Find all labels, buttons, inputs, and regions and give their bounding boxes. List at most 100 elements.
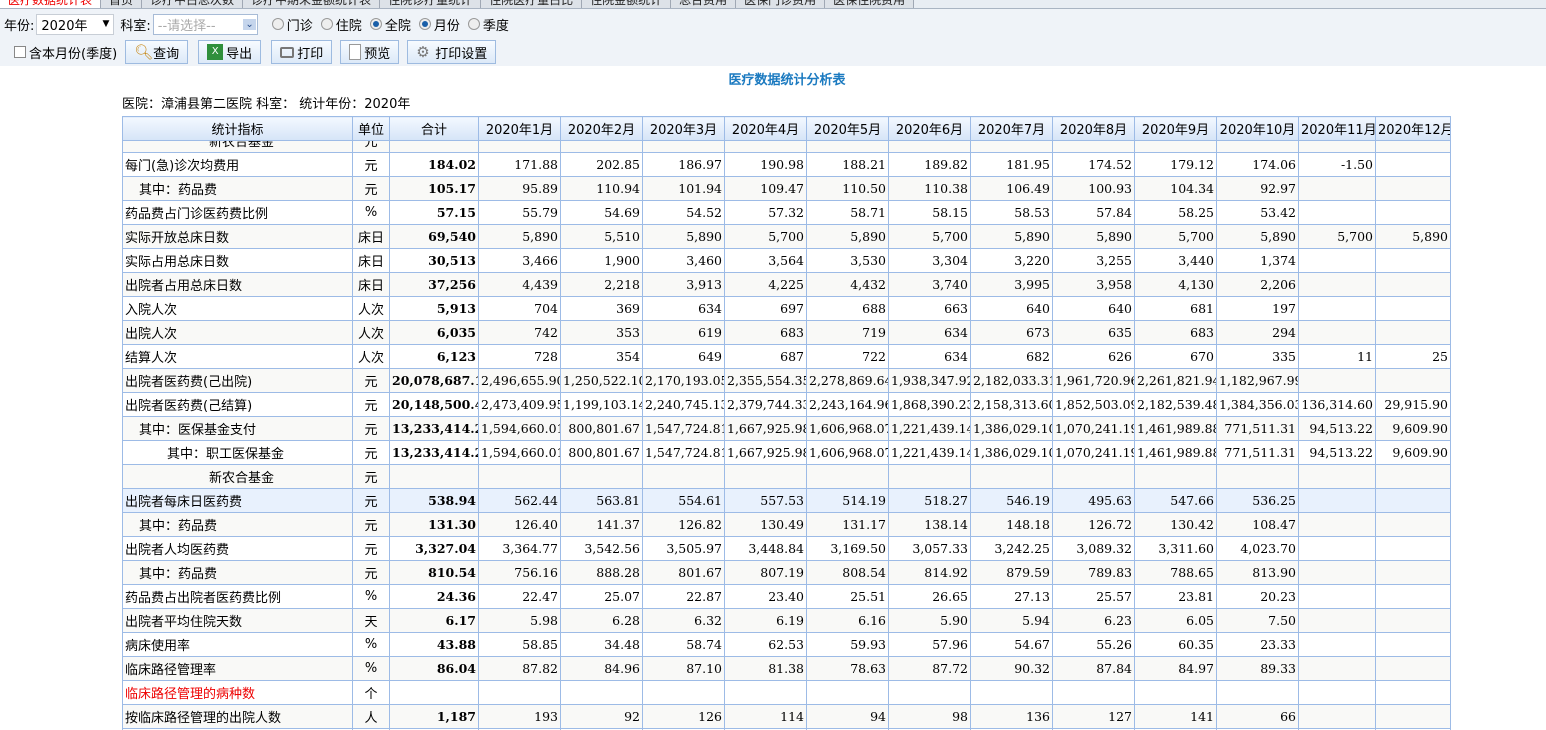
month-cell: [1375, 296, 1451, 321]
table-row[interactable]: 出院者平均住院天数天 6.17 5.98 6.28 6.32 6.19 6.16 5.90 5.…: [122, 608, 1451, 633]
total-cell: 184.02: [389, 152, 479, 177]
month-cell: 58.25: [1134, 200, 1217, 225]
dept-select[interactable]: --请选择-- ⌄: [152, 13, 258, 35]
month-cell: 742: [478, 320, 561, 345]
table-row[interactable]: 实际占用总床日数 床日 30,513 3,466 1,900 3,460 3,564 3,53…: [122, 248, 1451, 273]
print-button[interactable]: 打印: [271, 40, 333, 64]
tab-item[interactable]: 住院诊疗量统计: [380, 0, 482, 8]
column-header[interactable]: 合计: [389, 116, 479, 141]
table-row[interactable]: 按临床路径管理的出院人数人 1,187 193 92 126 114 94 98 136 127 1…: [122, 704, 1451, 729]
table-row[interactable]: 药品费占门诊医药费比例% 57.15 55.79 54.69 54.52 57.32 58.…: [122, 200, 1451, 225]
include-month-checkbox[interactable]: [14, 46, 26, 58]
column-header[interactable]: 2020年11月: [1298, 116, 1376, 141]
month-cell: 557.53: [724, 488, 807, 513]
table-row[interactable]: 实际开放总床日数 床日 69,540 5,890 5,510 5,890 5,700 5,89…: [122, 224, 1451, 249]
column-header[interactable]: 2020年4月: [724, 116, 807, 141]
radio-option[interactable]: 季度: [467, 15, 509, 34]
preview-button[interactable]: 预览: [340, 40, 400, 64]
radio-button[interactable]: [320, 18, 333, 30]
month-cell: 29,915.90: [1375, 392, 1451, 417]
month-cell: 670: [1134, 344, 1217, 369]
month-cell: 58.85: [478, 632, 561, 657]
tab-item[interactable]: 医保住院费用: [825, 0, 915, 8]
month-cell: 3,364.77: [478, 536, 561, 561]
table-row[interactable]: 结算人次 人次 6,123 728 354 649 687 722 634 682 626 670 33…: [122, 344, 1451, 369]
table-row[interactable]: 新农合基金元: [122, 464, 1451, 489]
month-cell: 1,374: [1216, 248, 1299, 273]
column-header[interactable]: 2020年5月: [806, 116, 889, 141]
column-header[interactable]: 2020年9月: [1134, 116, 1217, 141]
month-cell: 148.18: [970, 512, 1053, 537]
table-row[interactable]: 临床路径管理率% 86.04 87.82 84.96 87.10 81.38 78.63 87…: [122, 656, 1451, 681]
table-row[interactable]: 入院人次 人次 5,913 704 369 634 697 688 663 640 640 681 19…: [122, 296, 1451, 321]
column-header[interactable]: 2020年8月: [1052, 116, 1135, 141]
indicator-name: 病床使用率: [122, 632, 353, 657]
radio-option[interactable]: 住院: [320, 15, 362, 34]
month-cell: 84.96: [560, 656, 643, 681]
month-cell: 6.19: [724, 608, 807, 633]
radio-option[interactable]: 门诊: [271, 15, 313, 34]
month-cell: 722: [806, 344, 889, 369]
total-cell: 43.88: [389, 632, 479, 657]
tab-item[interactable]: 住院医疗量占比: [481, 0, 583, 8]
unit-cell: 元: [352, 440, 390, 465]
radio-button[interactable]: [467, 18, 480, 30]
column-header[interactable]: 2020年1月: [478, 116, 561, 141]
table-row[interactable]: 出院者占用总床日数 床日 37,256 4,439 2,218 3,913 4,225 4,4…: [122, 272, 1451, 297]
year-select[interactable]: 2020年 ▼: [36, 13, 115, 35]
month-cell: 55.26: [1052, 632, 1135, 657]
table-row[interactable]: 其中：药品费元 131.30 126.40 141.37 126.82 130.49 131…: [122, 512, 1451, 537]
table-row[interactable]: 出院者医药费(己结算)元20,148,500.442,473,409.951,1…: [122, 392, 1451, 417]
radio-option[interactable]: 全院: [369, 15, 411, 34]
radio-button[interactable]: [271, 18, 284, 30]
radio-button[interactable]: [418, 18, 431, 30]
export-button[interactable]: X 导出: [198, 40, 262, 64]
column-header[interactable]: 2020年7月: [970, 116, 1053, 141]
month-cell: 95.89: [478, 176, 561, 201]
column-header[interactable]: 2020年2月: [560, 116, 643, 141]
table-row[interactable]: 病床使用率% 43.88 58.85 34.48 58.74 62.53 59.93 57.9…: [122, 632, 1451, 657]
month-cell: [970, 464, 1053, 489]
query-button[interactable]: 🔍︎ 查询: [125, 40, 189, 64]
column-header[interactable]: 2020年3月: [642, 116, 725, 141]
table-row[interactable]: 其中：药品费元 105.17 95.89 110.94 101.94 109.47 110.…: [122, 176, 1451, 201]
tab-item[interactable]: 医疗数据统计表: [0, 0, 102, 8]
month-cell: 2,278,869.64: [806, 368, 889, 393]
radio-option[interactable]: 月份: [418, 15, 460, 34]
month-cell: [1375, 704, 1451, 729]
column-header[interactable]: 单位: [352, 116, 390, 141]
month-cell: 1,250,522.10: [560, 368, 643, 393]
table-row[interactable]: 其中：医保基金支付元13,233,414.281,594,660.01800,8…: [122, 416, 1451, 441]
month-cell: 2,170,193.05: [642, 368, 725, 393]
tab-item[interactable]: 医保门诊费用: [736, 0, 826, 8]
column-header[interactable]: 2020年12月: [1375, 116, 1451, 141]
month-cell: 888.28: [560, 560, 643, 585]
month-cell: 92: [560, 704, 643, 729]
table-row[interactable]: 出院者人均医药费元 3,327.04 3,364.77 3,542.56 3,505.9…: [122, 536, 1451, 561]
table-row[interactable]: 出院者每床日医药费元 538.94 562.44 563.81 554.61 557.53…: [122, 488, 1451, 513]
month-cell: [1375, 680, 1451, 705]
table-row[interactable]: 出院者医药费(己出院)元20,078,687.162,496,655.901,2…: [122, 368, 1451, 393]
tab-item[interactable]: 首页: [101, 0, 143, 8]
tab-item[interactable]: 总台费用: [671, 0, 737, 8]
column-header[interactable]: 2020年6月: [888, 116, 971, 141]
month-cell: 1,221,439.14: [888, 416, 971, 441]
table-row[interactable]: 每门(急)诊次均费用元 184.02 171.88 202.85 186.97 190.9…: [122, 152, 1451, 177]
tab-item[interactable]: 诊疗中占总次数: [142, 0, 244, 8]
month-cell: 6.16: [806, 608, 889, 633]
table-row[interactable]: 其中：职工医保基金元13,233,414.281,594,660.01800,8…: [122, 440, 1451, 465]
table-row[interactable]: 其中：药品费元 810.54 756.16 888.28 801.67 807.19 808…: [122, 560, 1451, 585]
month-cell: 1,461,989.88: [1134, 440, 1217, 465]
month-cell: [1298, 560, 1376, 585]
table-row[interactable]: 出院人次 人次 6,035 742 353 619 683 719 634 673 635 683 29…: [122, 320, 1451, 345]
tab-item[interactable]: 诊疗中期末金额统计表: [243, 0, 381, 8]
table-row[interactable]: 临床路径管理的病种数个: [122, 680, 1451, 705]
tab-item[interactable]: 住院金额统计: [582, 0, 672, 8]
column-header[interactable]: 2020年10月: [1216, 116, 1299, 141]
table-row[interactable]: 药品费占出院者医药费比例% 24.36 22.47 25.07 22.87 23.40 25…: [122, 584, 1451, 609]
total-cell: 57.15: [389, 200, 479, 225]
radio-button[interactable]: [369, 18, 382, 30]
print-settings-button[interactable]: ⚙ 打印设置: [407, 40, 497, 64]
column-header[interactable]: 统计指标: [122, 116, 353, 141]
month-cell: [888, 464, 971, 489]
